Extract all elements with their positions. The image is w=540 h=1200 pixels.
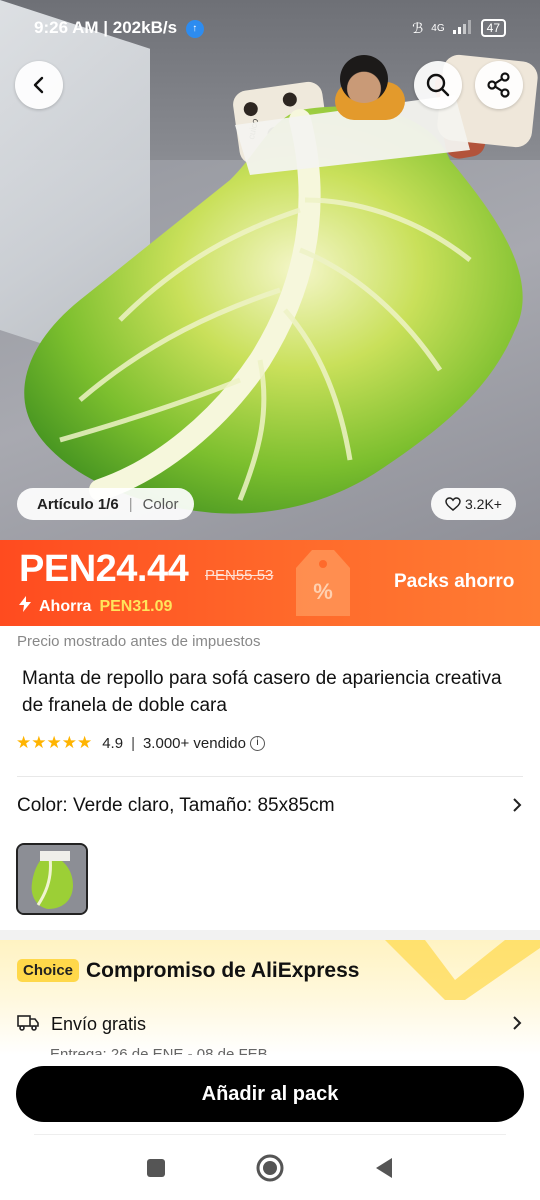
gallery-separator: | bbox=[128, 495, 133, 513]
current-price: PEN24.44 bbox=[19, 548, 189, 590]
arrow-left-icon bbox=[33, 76, 44, 94]
search-icon bbox=[426, 73, 450, 97]
bluetooth-icon: ℬ bbox=[412, 19, 424, 36]
delivery-date: Entrega: 26 de ENE - 08 de FEB bbox=[50, 1047, 268, 1055]
savings-amount: PEN31.09 bbox=[99, 597, 173, 615]
system-nav-bar bbox=[0, 1140, 540, 1200]
share-button[interactable] bbox=[475, 61, 523, 109]
add-to-pack-button[interactable]: Añadir al pack bbox=[16, 1066, 524, 1122]
heart-icon bbox=[445, 497, 461, 511]
thumbnail-image bbox=[18, 845, 86, 913]
packs-ahorro-link[interactable]: Packs ahorro bbox=[394, 571, 514, 593]
tax-note: Precio mostrado antes de impuestos bbox=[17, 633, 261, 650]
variant-selector[interactable]: Color: Verde claro, Tamaño: 85x85cm bbox=[17, 795, 523, 817]
choice-section: Choice Compromiso de AliExpress Envío gr… bbox=[0, 940, 540, 1055]
wishlist-count: 3.2K+ bbox=[465, 496, 502, 512]
recent-apps-button[interactable] bbox=[146, 1158, 166, 1183]
variant-thumbnail[interactable] bbox=[16, 843, 88, 915]
discount-tag-icon: % bbox=[296, 550, 350, 616]
truck-icon bbox=[17, 1013, 39, 1036]
rating-row[interactable]: ★★★★★ 4.9 | 3.000+ vendido i bbox=[16, 733, 265, 753]
status-time-text: 9:26 AM | 202kB/s bbox=[34, 18, 178, 37]
gallery-count: Artículo 1/6 bbox=[37, 495, 119, 513]
rating-value: 4.9 bbox=[102, 734, 124, 752]
home-button[interactable] bbox=[256, 1154, 284, 1187]
info-icon[interactable]: i bbox=[249, 735, 265, 751]
network-label: 4G bbox=[431, 22, 445, 34]
network-speed-icon: ↑ bbox=[185, 19, 204, 38]
shipping-row[interactable]: Envío gratis bbox=[17, 1013, 523, 1036]
share-icon bbox=[487, 72, 510, 98]
section-gap bbox=[0, 930, 540, 940]
savings-label: Ahorra bbox=[39, 597, 92, 615]
choice-decor-icon bbox=[385, 940, 540, 1000]
original-price: PEN55.53 bbox=[205, 567, 274, 584]
gallery-indicator[interactable]: Artículo 1/6 | Color bbox=[17, 488, 195, 520]
status-time: 9:26 AM | 202kB/s ↑ bbox=[34, 18, 412, 38]
back-button[interactable] bbox=[15, 61, 63, 109]
search-button[interactable] bbox=[414, 61, 462, 109]
status-icons: ℬ 4G 47 bbox=[412, 19, 506, 37]
chevron-right-icon bbox=[511, 1014, 523, 1035]
hero-person bbox=[340, 55, 388, 103]
divider bbox=[17, 776, 523, 777]
savings-info: Ahorra PEN31.09 bbox=[19, 596, 172, 617]
wishlist-button[interactable]: 3.2K+ bbox=[431, 488, 516, 520]
bottom-divider bbox=[34, 1134, 506, 1135]
variant-label: Color: Verde claro, Tamaño: 85x85cm bbox=[17, 795, 335, 816]
back-nav-button[interactable] bbox=[374, 1157, 394, 1184]
lightning-icon bbox=[19, 596, 31, 617]
sold-count: 3.000+ vendido bbox=[142, 734, 246, 752]
gallery-color-tab[interactable]: Color bbox=[143, 496, 179, 513]
rating-separator: | bbox=[131, 734, 135, 752]
star-rating-icon: ★★★★★ bbox=[16, 733, 93, 752]
choice-title: Compromiso de AliExpress bbox=[86, 959, 360, 982]
choice-badge: Choice bbox=[17, 959, 80, 982]
battery-icon: 47 bbox=[480, 19, 506, 37]
signal-icon bbox=[452, 19, 473, 37]
product-title: Manta de repollo para sofá casero de apa… bbox=[22, 668, 502, 716]
svg-text:%: % bbox=[313, 579, 333, 604]
status-bar: 9:26 AM | 202kB/s ↑ ℬ 4G 47 bbox=[0, 0, 540, 56]
chevron-right-icon bbox=[511, 796, 523, 817]
shipping-label: Envío gratis bbox=[51, 1014, 147, 1034]
